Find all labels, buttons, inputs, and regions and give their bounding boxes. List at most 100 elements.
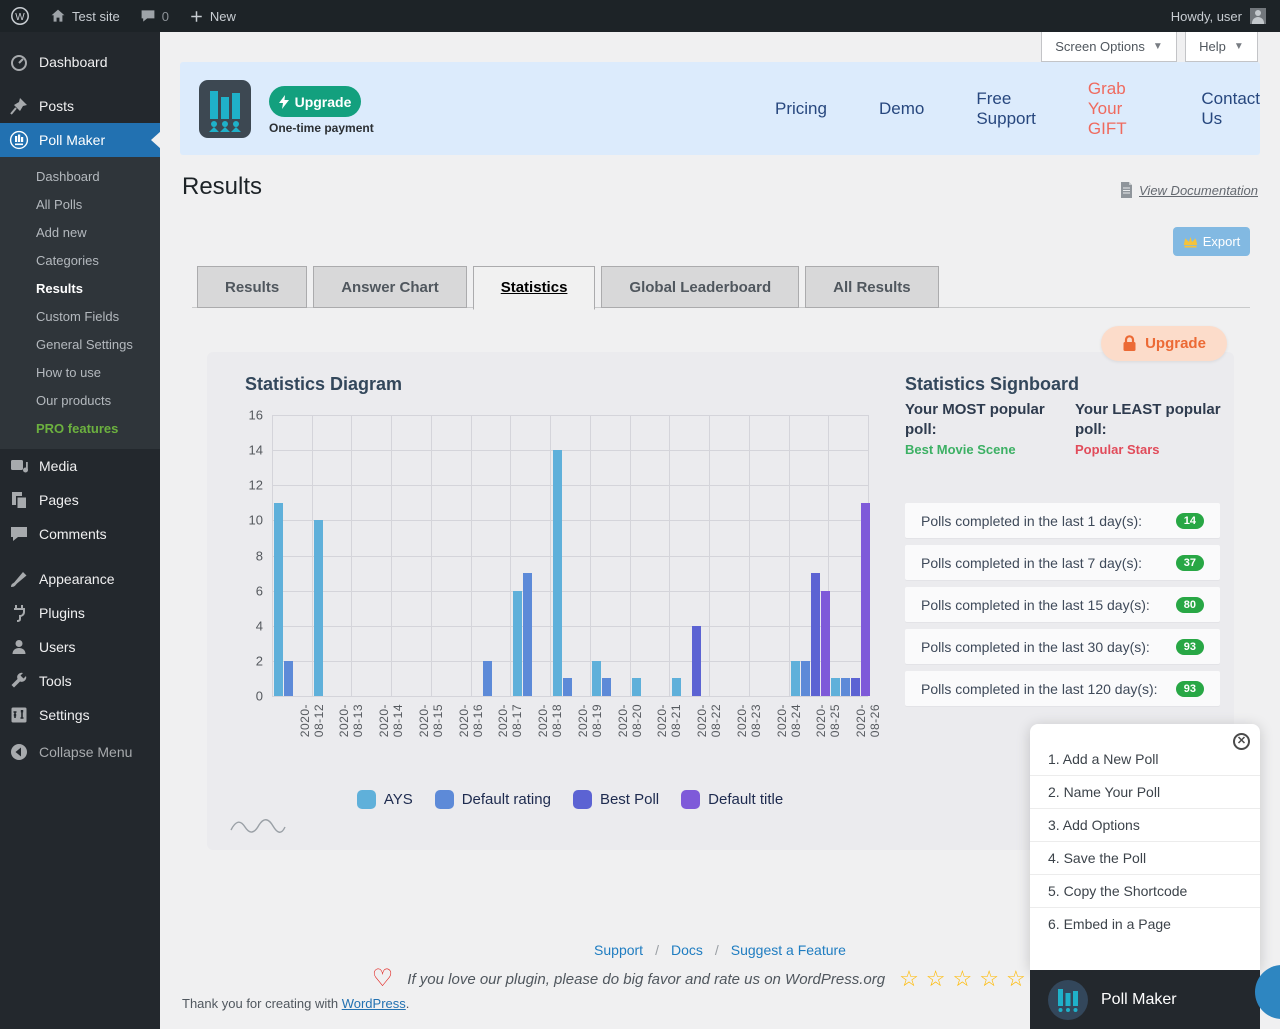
submenu-item-all-polls[interactable]: All Polls <box>0 191 160 219</box>
wordpress-link[interactable]: WordPress <box>342 996 406 1011</box>
crown-icon <box>1183 236 1198 248</box>
polls-completed-table: Polls completed in the last 1 day(s):14 P… <box>905 503 1220 713</box>
sidebar-item-poll-maker[interactable]: Poll Maker <box>0 123 160 157</box>
screen-options-tab[interactable]: Screen Options ▼ <box>1041 32 1177 62</box>
help-tab[interactable]: Help ▼ <box>1185 32 1258 62</box>
tutorial-step: 1. Add a New Poll <box>1030 743 1260 776</box>
row-label: Polls completed in the last 15 day(s): <box>921 597 1150 613</box>
least-popular-value: Popular Stars <box>1075 442 1160 457</box>
x-axis-label: 2020-08-21 <box>655 704 683 737</box>
footer-link-suggest-a-feature[interactable]: Suggest a Feature <box>731 942 846 958</box>
avatar <box>1250 8 1266 24</box>
bar-chart-plot: 02468101214162020-08-122020-08-132020-08… <box>272 415 868 696</box>
x-axis-label: 2020-08-20 <box>616 704 644 737</box>
banner-nav: Pricing Demo Free Support Grab Your GIFT Con… <box>775 62 1260 155</box>
y-axis-label: 0 <box>256 689 263 704</box>
tab-all-results[interactable]: All Results <box>805 266 939 308</box>
view-documentation-link[interactable]: View Documentation <box>1120 182 1258 198</box>
count-badge: 37 <box>1176 555 1204 571</box>
y-axis-label: 10 <box>249 513 263 528</box>
sidebar-item-media[interactable]: Media <box>0 449 160 483</box>
submenu-item-categories[interactable]: Categories <box>0 247 160 275</box>
table-row: Polls completed in the last 1 day(s):14 <box>905 503 1220 538</box>
grid-line <box>669 415 670 696</box>
table-row: Polls completed in the last 15 day(s):80 <box>905 587 1220 622</box>
bar <box>274 503 283 696</box>
tab-answer-chart[interactable]: Answer Chart <box>313 266 467 308</box>
sidebar-item-settings[interactable]: Settings <box>0 698 160 732</box>
tutorial-step: 2. Name Your Poll <box>1030 776 1260 809</box>
site-link[interactable]: Test site <box>40 0 130 32</box>
submenu-item-results[interactable]: Results <box>0 275 160 303</box>
y-axis-label: 6 <box>256 583 263 598</box>
submenu-item-add-new[interactable]: Add new <box>0 219 160 247</box>
grid-line <box>272 696 868 697</box>
chevron-down-icon: ▼ <box>1234 41 1244 52</box>
statistics-upgrade-button[interactable]: Upgrade <box>1101 326 1227 361</box>
legend-swatch <box>681 790 700 809</box>
legend-label: Default rating <box>462 791 551 808</box>
sidebar-item-posts[interactable]: Posts <box>0 89 160 123</box>
legend-item: Best Poll <box>573 790 659 809</box>
sidebar-item-comments[interactable]: Comments <box>0 517 160 551</box>
site-name: Test site <box>72 9 120 24</box>
grid-line <box>272 485 868 486</box>
submenu-item-dashboard[interactable]: Dashboard <box>0 163 160 191</box>
submenu-item-our-products[interactable]: Our products <box>0 387 160 415</box>
banner-link-grab-your-gift[interactable]: Grab Your GIFT <box>1088 79 1150 139</box>
bar <box>841 678 850 696</box>
legend-label: Best Poll <box>600 791 659 808</box>
count-badge: 14 <box>1176 513 1204 529</box>
submenu-item-custom-fields[interactable]: Custom Fields <box>0 303 160 331</box>
sidebar-item-pages[interactable]: Pages <box>0 483 160 517</box>
grid-line <box>510 415 511 696</box>
sidebar-item-plugins[interactable]: Plugins <box>0 596 160 630</box>
banner-link-free-support[interactable]: Free Support <box>976 89 1036 129</box>
wordpress-logo-menu[interactable]: W <box>0 0 40 32</box>
y-axis-label: 4 <box>256 618 263 633</box>
banner-link-pricing[interactable]: Pricing <box>775 99 827 119</box>
appearance-icon <box>9 569 29 589</box>
submenu-item-general-settings[interactable]: General Settings <box>0 331 160 359</box>
x-axis-label: 2020-08-22 <box>695 704 723 737</box>
sidebar-item-dashboard[interactable]: Dashboard <box>0 45 160 79</box>
submenu-item-pro-features[interactable]: PRO features <box>0 415 160 443</box>
comments-count: 0 <box>162 9 169 24</box>
bar <box>821 591 830 696</box>
footer-link-docs[interactable]: Docs <box>671 942 703 958</box>
sidebar-item-users[interactable]: Users <box>0 630 160 664</box>
table-row: Polls completed in the last 30 day(s):93 <box>905 629 1220 664</box>
page-title: Results <box>182 173 262 201</box>
close-icon[interactable]: ✕ <box>1233 733 1250 750</box>
comments-menu[interactable]: 0 <box>130 0 179 32</box>
rate-text: If you love our plugin, please do big fa… <box>407 971 885 988</box>
banner-upgrade-button[interactable]: Upgrade <box>269 86 361 117</box>
bar <box>592 661 601 696</box>
tab-results[interactable]: Results <box>197 266 307 308</box>
legend-label: Default title <box>708 791 783 808</box>
grid-line <box>272 415 273 696</box>
bar <box>801 661 810 696</box>
sidebar-item-appearance[interactable]: Appearance <box>0 562 160 596</box>
tab-statistics[interactable]: Statistics <box>473 266 596 310</box>
sidebar-item-tools[interactable]: Tools <box>0 664 160 698</box>
export-button[interactable]: Export <box>1173 227 1250 256</box>
bar <box>692 626 701 696</box>
bar <box>523 573 532 696</box>
banner-link-contact-us[interactable]: Contact Us <box>1201 89 1260 129</box>
legend-swatch <box>357 790 376 809</box>
bolt-icon <box>279 95 289 109</box>
new-menu[interactable]: New <box>179 0 246 32</box>
poll-maker-icon <box>9 130 29 150</box>
submenu-item-how-to-use[interactable]: How to use <box>0 359 160 387</box>
collapse-menu-button[interactable]: Collapse Menu <box>0 735 160 769</box>
grid-line <box>590 415 591 696</box>
least-popular-label: Your LEAST popular poll: <box>1075 400 1235 441</box>
account-menu[interactable]: Howdy, user <box>1163 0 1274 32</box>
results-tabs: ResultsAnswer ChartStatisticsGlobal Lead… <box>197 266 939 310</box>
banner-link-demo[interactable]: Demo <box>879 99 924 119</box>
footer-link-support[interactable]: Support <box>594 942 643 958</box>
rating-stars[interactable]: ☆☆☆☆☆ <box>899 966 1033 992</box>
table-row: Polls completed in the last 120 day(s):9… <box>905 671 1220 706</box>
tab-global-leaderboard[interactable]: Global Leaderboard <box>601 266 799 308</box>
